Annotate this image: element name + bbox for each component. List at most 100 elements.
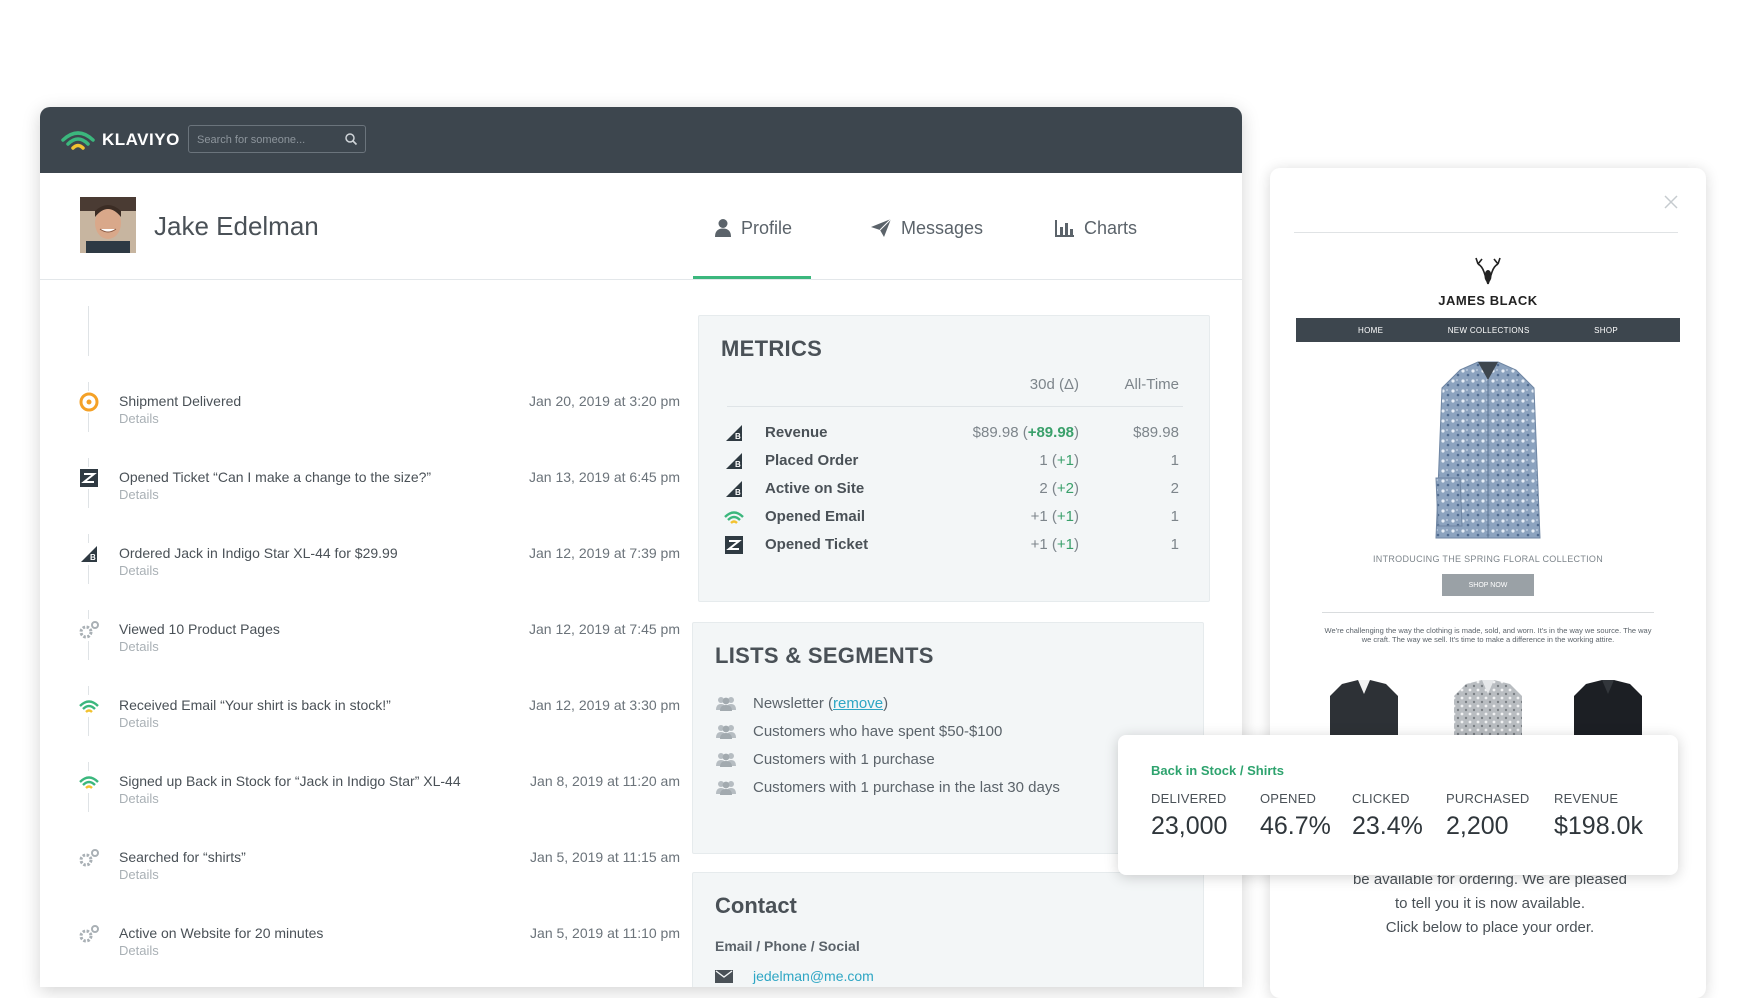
feed-item-details-link[interactable]: Details (119, 867, 159, 882)
feed-item-time: Jan 5, 2019 at 11:15 am (530, 849, 680, 865)
tab-messages-label: Messages (901, 217, 984, 238)
avatar (80, 197, 136, 253)
email-nav-home[interactable]: HOME (1358, 326, 1383, 335)
contact-email-link[interactable]: jedelman@me.com (753, 968, 874, 984)
list-item: Newsletter (remove) (715, 689, 888, 717)
feed-item-details-link[interactable]: Details (119, 411, 159, 426)
bigcommerce-icon: B (723, 450, 745, 472)
feed-item-details-link[interactable]: Details (119, 639, 159, 654)
contact-subtitle: Email / Phone / Social (715, 938, 860, 954)
feed-item: Active on Website for 20 minutes Details… (40, 923, 690, 983)
envelope-icon (715, 969, 733, 983)
tab-profile[interactable]: Profile (714, 213, 792, 243)
email-intro-text: We're challenging the way the clothing i… (1324, 626, 1652, 644)
list-item: Customers with 1 purchase in the last 30… (715, 773, 1060, 801)
feed-item-time: Jan 12, 2019 at 3:30 pm (529, 697, 680, 713)
shop-now-button[interactable]: SHOP NOW (1442, 574, 1534, 596)
paper-plane-icon (871, 218, 892, 237)
profile-header: Jake Edelman Profile Messages Charts (40, 173, 1242, 280)
feed-item: Signed up Back in Stock for “Jack in Ind… (40, 771, 690, 831)
metric-30d-value: +1 (+1) (1030, 508, 1079, 525)
remove-link[interactable]: remove (833, 695, 883, 712)
klaviyo-logo[interactable]: KLAVIYO (60, 125, 180, 155)
feed-item-time: Jan 8, 2019 at 11:20 am (530, 773, 680, 789)
list-item: Customers with 1 purchase (715, 745, 935, 773)
tab-charts[interactable]: Charts (1055, 213, 1137, 243)
klaviyo-icon (78, 771, 100, 793)
svg-text:B: B (735, 488, 741, 497)
stat-clicked: CLICKED 23.4% (1352, 791, 1423, 841)
list-item-label: Customers with 1 purchase (753, 750, 935, 768)
email-body-line: to tell you it is now available. (1394, 895, 1586, 912)
metric-row[interactable]: Opened Ticket +1 (+1) 1 (699, 532, 1209, 560)
svg-text:B: B (735, 460, 741, 469)
metric-all-time-value: 2 (1170, 480, 1179, 497)
timeline-connector (88, 306, 89, 356)
klaviyo-wifi-icon (61, 131, 95, 150)
metric-row[interactable]: Opened Email +1 (+1) 1 (699, 504, 1209, 532)
email-body-text: be available for ordering. We are please… (1300, 868, 1680, 940)
divider (1294, 232, 1678, 233)
logo-text: KLAVIYO (102, 130, 180, 149)
email-nav-shop[interactable]: SHOP (1594, 326, 1618, 335)
profile-window: KLAVIYO Jake Edelman (40, 107, 1242, 987)
feed-item-details-link[interactable]: Details (119, 487, 159, 502)
metric-30d-value: 1 (+1) (1039, 452, 1079, 469)
feed-item-title: Received Email “Your shirt is back in st… (119, 697, 391, 713)
feed-item-title: Ordered Jack in Indigo Star XL-44 for $2… (119, 545, 398, 561)
feed-item-details-link[interactable]: Details (119, 791, 159, 806)
bigcommerce-icon: B (78, 543, 100, 565)
metric-30d-value: $89.98 (+89.98) (972, 424, 1079, 441)
feed-item-details-link[interactable]: Details (119, 563, 159, 578)
email-nav-new-collections[interactable]: NEW COLLECTIONS (1448, 326, 1530, 335)
gears-icon (78, 923, 100, 945)
metrics-column-headers: 30d (Δ) All-Time (699, 376, 1209, 396)
stat-label: PURCHASED (1446, 791, 1530, 806)
metric-all-time-value: 1 (1170, 508, 1179, 525)
feed-item-details-link[interactable]: Details (119, 715, 159, 730)
feed-item-time: Jan 13, 2019 at 6:45 pm (529, 469, 680, 485)
search-icon[interactable] (344, 132, 358, 146)
activity-feed: Shipment Delivered Details Jan 20, 2019 … (40, 280, 690, 987)
tab-messages[interactable]: Messages (870, 213, 983, 243)
group-icon (716, 697, 736, 711)
stat-label: OPENED (1260, 791, 1317, 806)
feed-item-title: Shipment Delivered (119, 393, 242, 409)
email-brand-name: JAMES BLACK (1438, 293, 1538, 308)
stat-value: 2,200 (1446, 812, 1509, 840)
bigcommerce-icon: B (723, 478, 745, 500)
stat-purchased: PURCHASED 2,200 (1446, 791, 1529, 841)
metric-label: Placed Order (765, 452, 859, 469)
campaign-stats-card[interactable]: Back in Stock / Shirts DELIVERED 23,000 … (1118, 735, 1678, 875)
feed-item: Searched for “shirts” Details Jan 5, 201… (40, 847, 690, 907)
group-icon (716, 725, 736, 739)
feed-item-title: Searched for “shirts” (119, 849, 246, 865)
feed-item-time: Jan 5, 2019 at 11:10 pm (530, 925, 680, 941)
metric-all-time-value: 1 (1170, 536, 1179, 553)
contact-title: Contact (715, 893, 797, 918)
metric-30d-value: +1 (+1) (1030, 536, 1079, 553)
feed-item: Received Email “Your shirt is back in st… (40, 695, 690, 755)
list-item-label: Newsletter (753, 694, 824, 712)
tab-charts-label: Charts (1084, 217, 1138, 238)
zendesk-icon (723, 534, 745, 556)
klaviyo-icon (78, 695, 100, 717)
metric-all-time-value: 1 (1170, 452, 1179, 469)
feed-item-details-link[interactable]: Details (119, 943, 159, 958)
floral-shirt-image (1435, 361, 1541, 539)
tab-profile-label: Profile (741, 217, 793, 238)
metric-row[interactable]: B Placed Order 1 (+1) 1 (699, 448, 1209, 476)
close-icon[interactable] (1663, 194, 1679, 210)
stat-value: 23.4% (1352, 812, 1423, 840)
bigcommerce-icon: B (723, 422, 745, 444)
gears-icon (78, 847, 100, 869)
divider (1322, 612, 1654, 613)
stat-opened: OPENED 46.7% (1260, 791, 1331, 841)
search-input[interactable] (195, 130, 339, 150)
feed-item-title: Viewed 10 Product Pages (119, 621, 280, 637)
metric-row[interactable]: B Revenue $89.98 (+89.98) $89.98 (699, 420, 1209, 448)
top-bar: KLAVIYO (40, 107, 1242, 173)
metric-row[interactable]: B Active on Site 2 (+2) 2 (699, 476, 1209, 504)
column-header-all-time: All-Time (1124, 376, 1179, 393)
klaviyo-icon (723, 506, 745, 528)
